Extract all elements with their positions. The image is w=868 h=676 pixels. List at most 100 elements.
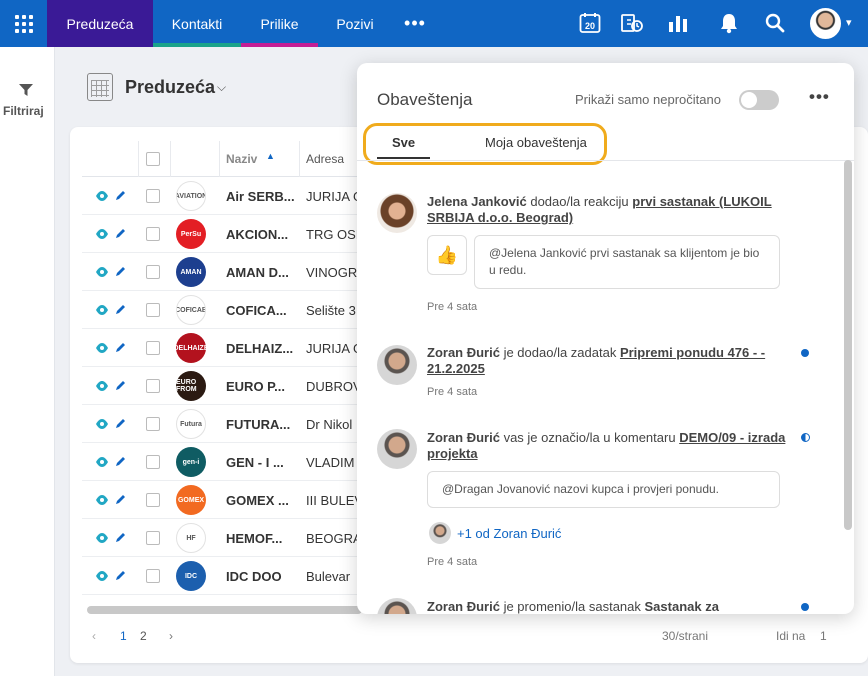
table-row[interactable]: GOMEX GOMEX ... III BULEV — [82, 481, 372, 519]
company-name-link[interactable]: Air SERB... — [226, 189, 295, 204]
page-1-link[interactable]: 1 — [120, 629, 127, 643]
table-row[interactable]: HF HEMOF... BEOGRA — [82, 519, 372, 557]
row-checkbox[interactable] — [146, 531, 160, 545]
nav-tab-pozivi[interactable]: Pozivi — [318, 0, 392, 47]
notification-text[interactable]: Zoran Đurić je promenio/la sastanak Sast… — [427, 599, 787, 614]
more-replies-link[interactable]: +1 od Zoran Đurić — [457, 526, 561, 541]
table-row[interactable]: Futura FUTURA... Dr Nikol — [82, 405, 372, 443]
edit-pencil-icon[interactable] — [114, 531, 126, 549]
prev-page-icon[interactable]: ‹ — [92, 629, 96, 643]
row-checkbox[interactable] — [146, 189, 160, 203]
edit-pencil-icon[interactable] — [114, 455, 126, 473]
company-name-link[interactable]: IDC DOO — [226, 569, 282, 584]
row-checkbox[interactable] — [146, 227, 160, 241]
column-header-adresa[interactable]: Adresa — [306, 152, 344, 166]
row-checkbox[interactable] — [146, 379, 160, 393]
page-2-link[interactable]: 2 — [140, 629, 147, 643]
table-row[interactable]: IDC IDC DOO Bulevar — [82, 557, 372, 595]
row-checkbox[interactable] — [146, 455, 160, 469]
nav-tab-prilike[interactable]: Prilike — [241, 0, 318, 47]
search-icon[interactable] — [763, 11, 787, 35]
edit-pencil-icon[interactable] — [114, 227, 126, 245]
read-indicator[interactable] — [801, 433, 810, 442]
nav-tab-preduzeca[interactable]: Preduzeća — [47, 0, 153, 47]
company-name-link[interactable]: AKCION... — [226, 227, 288, 242]
company-name-link[interactable]: AMAN D... — [226, 265, 289, 280]
table-row[interactable]: DELHAIZE DELHAIZ... JURIJA G — [82, 329, 372, 367]
reports-chart-icon[interactable] — [666, 11, 690, 35]
vertical-scrollbar[interactable] — [844, 160, 852, 530]
app-launcher-icon[interactable] — [0, 0, 47, 47]
per-page-select[interactable]: 30/strani — [662, 629, 708, 643]
company-name-link[interactable]: FUTURA... — [226, 417, 290, 432]
company-name-link[interactable]: COFICA... — [226, 303, 287, 318]
nav-more-button[interactable]: ••• — [392, 0, 438, 47]
goto-page-input[interactable]: 1 — [820, 629, 827, 643]
sort-ascending-icon[interactable]: ▲ — [266, 151, 275, 161]
view-eye-icon[interactable] — [95, 455, 109, 473]
unread-indicator[interactable] — [801, 603, 809, 611]
table-row[interactable]: AMAN AMAN D... VINOGR — [82, 253, 372, 291]
select-all-checkbox[interactable] — [146, 152, 160, 166]
filter-icon[interactable] — [18, 83, 34, 102]
next-page-icon[interactable]: › — [169, 629, 173, 643]
view-eye-icon[interactable] — [95, 493, 109, 511]
company-logo: AVIATION — [176, 181, 206, 211]
company-name-link[interactable]: GOMEX ... — [226, 493, 289, 508]
more-options-icon[interactable]: ••• — [809, 87, 830, 107]
tab-sve[interactable]: Sve — [392, 135, 415, 150]
column-header-naziv[interactable]: Naziv — [226, 152, 257, 166]
notification-link[interactable]: Sastanak za — [645, 599, 719, 614]
unread-only-toggle[interactable] — [739, 90, 779, 110]
view-eye-icon[interactable] — [95, 227, 109, 245]
chevron-down-icon[interactable]: ▾ — [846, 16, 852, 29]
edit-pencil-icon[interactable] — [114, 417, 126, 435]
company-name-link[interactable]: GEN - I ... — [226, 455, 284, 470]
view-eye-icon[interactable] — [95, 417, 109, 435]
tab-moja-obavestenja[interactable]: Moja obaveštenja — [485, 135, 587, 150]
calendar-icon[interactable]: 20 — [578, 11, 602, 35]
company-name-link[interactable]: HEMOF... — [226, 531, 282, 546]
table-row[interactable]: EURO FROM EURO P... DUBROV — [82, 367, 372, 405]
view-eye-icon[interactable] — [95, 569, 109, 587]
notification-text[interactable]: Jelena Janković dodao/la reakciju prvi s… — [427, 194, 787, 226]
page-title[interactable]: Preduzeća — [125, 77, 215, 98]
row-checkbox[interactable] — [146, 303, 160, 317]
edit-pencil-icon[interactable] — [114, 379, 126, 397]
row-checkbox[interactable] — [146, 417, 160, 431]
notification-text[interactable]: Zoran Đurić vas je označio/la u komentar… — [427, 430, 787, 462]
company-name-link[interactable]: DELHAIZ... — [226, 341, 293, 356]
view-eye-icon[interactable] — [95, 531, 109, 549]
chevron-down-icon[interactable]: ⌵ — [217, 80, 226, 95]
edit-pencil-icon[interactable] — [114, 569, 126, 587]
table-row[interactable]: gen-i GEN - I ... VLADIM — [82, 443, 372, 481]
company-address: DUBROV — [306, 379, 362, 394]
row-checkbox[interactable] — [146, 341, 160, 355]
edit-pencil-icon[interactable] — [114, 493, 126, 511]
table-row[interactable]: PerSu AKCION... TRG OSL — [82, 215, 372, 253]
phone-log-icon[interactable] — [620, 11, 644, 35]
company-name-link[interactable]: EURO P... — [226, 379, 285, 394]
edit-pencil-icon[interactable] — [114, 341, 126, 359]
unread-indicator[interactable] — [801, 349, 809, 357]
view-eye-icon[interactable] — [95, 379, 109, 397]
row-checkbox[interactable] — [146, 493, 160, 507]
edit-pencil-icon[interactable] — [114, 303, 126, 321]
view-eye-icon[interactable] — [95, 341, 109, 359]
edit-pencil-icon[interactable] — [114, 265, 126, 283]
table-row[interactable]: COFICAB COFICA... Selište 3 — [82, 291, 372, 329]
company-logo: COFICAB — [176, 295, 206, 325]
user-avatar[interactable] — [810, 8, 841, 39]
nav-tab-kontakti[interactable]: Kontakti — [153, 0, 241, 47]
horizontal-scrollbar[interactable] — [87, 606, 362, 614]
filter-label[interactable]: Filtriraj — [3, 104, 44, 118]
view-eye-icon[interactable] — [95, 189, 109, 207]
notification-text[interactable]: Zoran Đurić je dodao/la zadatak Pripremi… — [427, 345, 787, 377]
edit-pencil-icon[interactable] — [114, 189, 126, 207]
bell-icon[interactable] — [717, 11, 741, 35]
view-eye-icon[interactable] — [95, 303, 109, 321]
row-checkbox[interactable] — [146, 265, 160, 279]
table-row[interactable]: AVIATION Air SERB... JURIJA G — [82, 177, 372, 215]
row-checkbox[interactable] — [146, 569, 160, 583]
view-eye-icon[interactable] — [95, 265, 109, 283]
